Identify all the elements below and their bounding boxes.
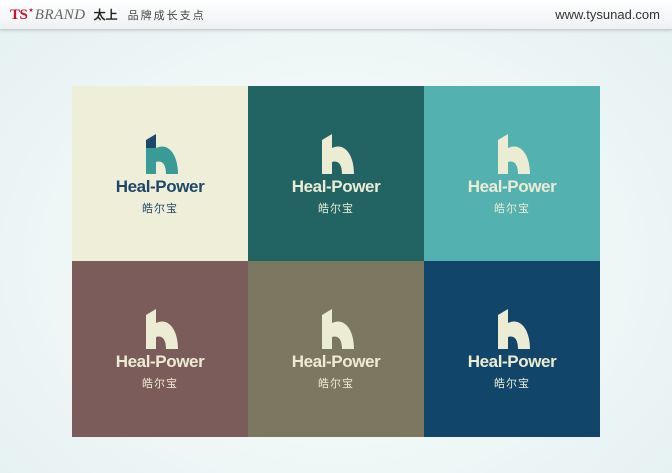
- heal-power-mark-icon: [146, 309, 178, 349]
- logo-wordmark: Heal-Power: [467, 352, 557, 371]
- logo-tile: Heal-Power 皓尔宝: [72, 86, 248, 261]
- logo-tile: Heal-Power 皓尔宝: [424, 86, 600, 261]
- logo-wordmark: Heal-Power: [291, 352, 381, 371]
- logo-tile: Heal-Power 皓尔宝: [424, 261, 600, 437]
- logo-chinese-name: 皓尔宝: [318, 377, 354, 390]
- brand-star-icon: ★: [28, 7, 34, 14]
- heal-power-mark-icon: [146, 134, 178, 174]
- logo-wordmark: Heal-Power: [467, 177, 557, 196]
- logo-chinese-name: 皓尔宝: [142, 202, 178, 215]
- brand-word: BRAND: [34, 7, 86, 23]
- logo-wordmark: Heal-Power: [115, 177, 205, 196]
- logo-tile: Heal-Power 皓尔宝: [72, 261, 248, 437]
- logo-tile: Heal-Power 皓尔宝: [248, 261, 424, 437]
- logo-chinese-name: 皓尔宝: [494, 377, 530, 390]
- header-bar: TS ★ BRAND 太上 品牌成长支点 www.tysunad.com: [0, 0, 672, 30]
- brand-slogan: 品牌成长支点: [127, 9, 206, 22]
- brand-chinese: 太上: [93, 8, 118, 22]
- heal-power-mark-icon: [498, 134, 530, 174]
- logo-color-grid: Heal-Power 皓尔宝 Heal-Power 皓尔宝 Heal-Power…: [72, 86, 600, 437]
- brand-ts: TS: [10, 7, 28, 23]
- brand-logo[interactable]: TS ★ BRAND 太上 品牌成长支点: [10, 6, 206, 24]
- logo-wordmark: Heal-Power: [115, 352, 205, 371]
- logo-chinese-name: 皓尔宝: [142, 377, 178, 390]
- logo-tile: Heal-Power 皓尔宝: [248, 86, 424, 261]
- logo-chinese-name: 皓尔宝: [494, 202, 530, 215]
- heal-power-mark-icon: [498, 309, 530, 349]
- logo-wordmark: Heal-Power: [291, 177, 381, 196]
- heal-power-mark-icon: [322, 134, 354, 174]
- logo-chinese-name: 皓尔宝: [318, 202, 354, 215]
- heal-power-mark-icon: [322, 309, 354, 349]
- site-url-link[interactable]: www.tysunad.com: [555, 7, 660, 22]
